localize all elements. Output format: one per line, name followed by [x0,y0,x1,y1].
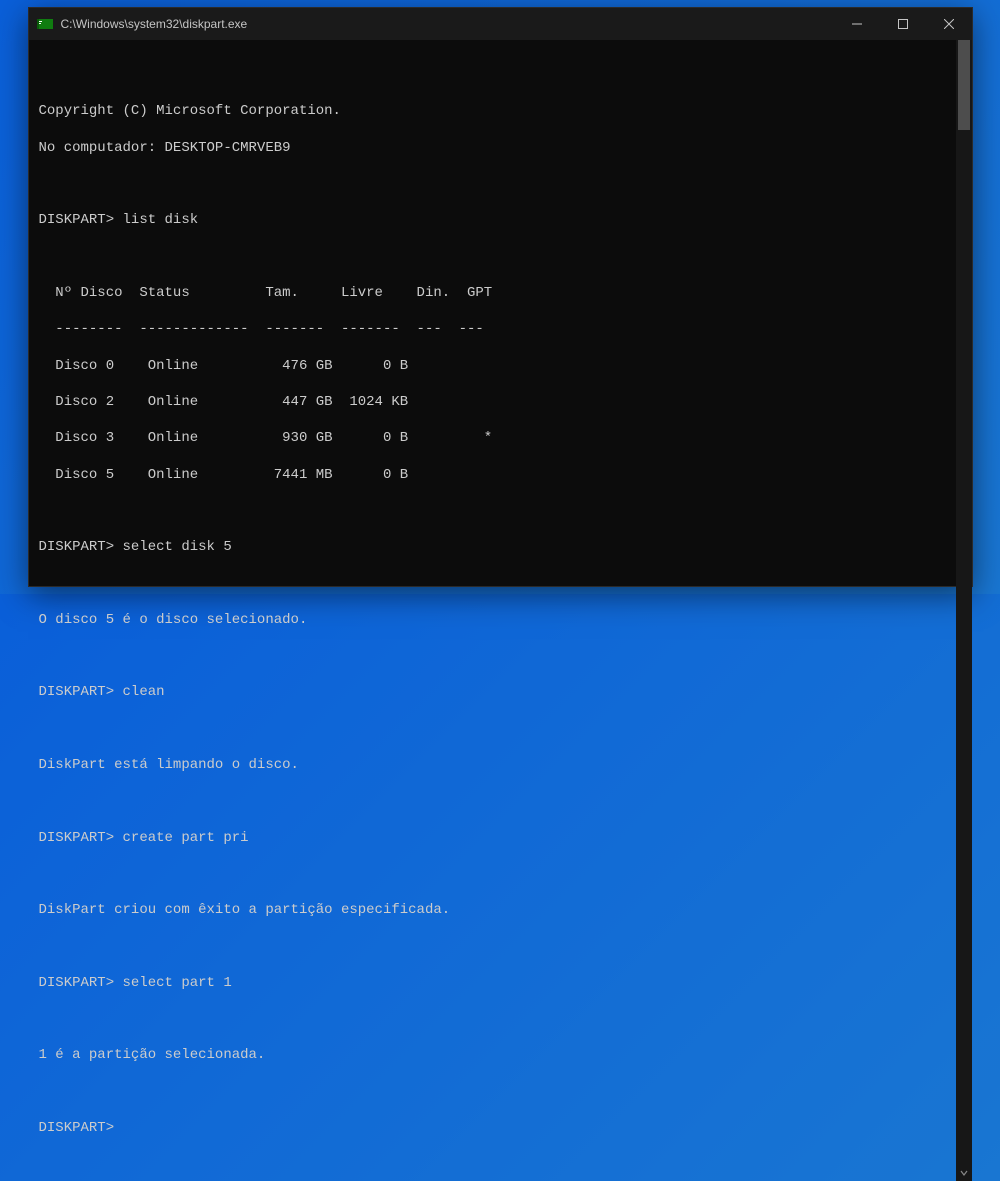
terminal-body: Copyright (C) Microsoft Corporation. No … [29,40,972,1181]
scrollbar-down-icon[interactable] [956,1165,972,1181]
command-text: create part pri [114,830,248,846]
output-line [39,575,946,593]
table-row: Disco 0 Online 476 GB 0 B [39,357,946,375]
command-text: list disk [114,212,198,228]
prompt-line: DISKPART> create part pri [39,829,946,847]
output-line [39,720,946,738]
table-divider: -------- ------------- ------- ------- -… [39,320,946,338]
table-row: Disco 5 Online 7441 MB 0 B [39,466,946,484]
command-text: select part 1 [114,975,232,991]
scrollbar-thumb[interactable] [958,40,970,130]
prompt-line: DISKPART> [39,1119,946,1137]
output-line [39,865,946,883]
output-line [39,1083,946,1101]
output-line [39,938,946,956]
prompt-label: DISKPART> [39,539,115,555]
titlebar-left: C:\Windows\system32\diskpart.exe [37,16,248,32]
prompt-label: DISKPART> [39,212,115,228]
prompt-label: DISKPART> [39,975,115,991]
minimize-button[interactable] [834,8,880,40]
output-line [39,175,946,193]
titlebar[interactable]: C:\Windows\system32\diskpart.exe [29,8,972,40]
prompt-label: DISKPART> [39,1120,115,1136]
maximize-button[interactable] [880,8,926,40]
prompt-line: DISKPART> list disk [39,211,946,229]
output-line [39,1010,946,1028]
command-text: select disk 5 [114,539,232,555]
table-row: Disco 2 Online 447 GB 1024 KB [39,393,946,411]
table-row: Disco 3 Online 930 GB 0 B * [39,429,946,447]
command-text: clean [114,684,164,700]
output-line: DiskPart está limpando o disco. [39,756,946,774]
output-line [39,792,946,810]
close-button[interactable] [926,8,972,40]
terminal-content[interactable]: Copyright (C) Microsoft Corporation. No … [29,40,956,1181]
output-line [39,66,946,84]
scrollbar[interactable] [956,40,972,1181]
prompt-line: DISKPART> select part 1 [39,974,946,992]
output-line: O disco 5 é o disco selecionado. [39,611,946,629]
prompt-label: DISKPART> [39,684,115,700]
output-line [39,502,946,520]
output-line: DiskPart criou com êxito a partição espe… [39,901,946,919]
app-icon [37,16,53,32]
output-line [39,647,946,665]
window-title: C:\Windows\system32\diskpart.exe [61,17,248,31]
output-line: No computador: DESKTOP-CMRVEB9 [39,139,946,157]
output-line: Copyright (C) Microsoft Corporation. [39,102,946,120]
prompt-label: DISKPART> [39,830,115,846]
terminal-window: C:\Windows\system32\diskpart.exe Copyrig… [28,7,973,587]
table-header: Nº Disco Status Tam. Livre Din. GPT [39,284,946,302]
prompt-line: DISKPART> select disk 5 [39,538,946,556]
output-line: 1 é a partição selecionada. [39,1046,946,1064]
prompt-line: DISKPART> clean [39,683,946,701]
window-controls [834,8,972,40]
output-line [39,248,946,266]
